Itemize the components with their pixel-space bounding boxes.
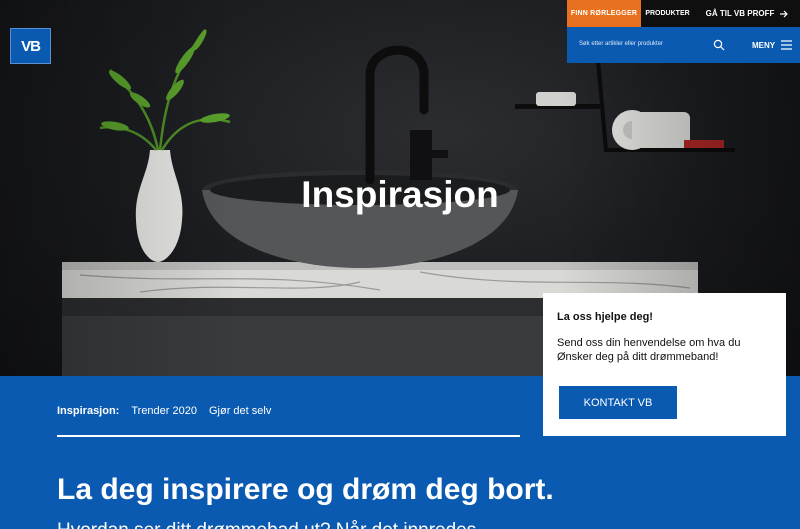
search-bar: Søk etter artikler eller produkter MENY	[567, 27, 800, 63]
page-title: Inspirasjon	[301, 174, 499, 215]
go-to-proff-label: GÅ TIL VB PROFF	[705, 9, 775, 18]
search-icon[interactable]	[713, 39, 725, 51]
help-card-title: La oss hjelpe deg!	[557, 311, 653, 323]
help-card: La oss hjelpe deg! Send oss din henvende…	[543, 293, 786, 436]
menu-label[interactable]: MENY	[752, 41, 775, 50]
sub-navigation: Inspirasjon: Trender 2020 Gjør det selv	[57, 405, 271, 417]
products-button[interactable]: PRODUKTER	[641, 0, 694, 27]
find-plumber-button[interactable]: FINN RØRLEGGER	[567, 0, 641, 27]
contact-vb-button[interactable]: KONTAKT VB	[559, 386, 677, 419]
search-input[interactable]: Søk etter artikler eller produkter	[579, 41, 663, 47]
top-bar: FINN RØRLEGGER PRODUKTER GÅ TIL VB PROFF	[567, 0, 800, 27]
subnav-label: Inspirasjon:	[57, 405, 120, 417]
main-headline: La deg inspirere og drøm deg bort.	[57, 473, 554, 506]
hamburger-menu-icon[interactable]	[781, 40, 792, 50]
arrow-right-icon	[780, 10, 789, 17]
go-to-proff-button[interactable]: GÅ TIL VB PROFF	[694, 0, 800, 27]
subnav-item-trends[interactable]: Trender 2020	[131, 405, 197, 417]
subnav-item-diy[interactable]: Gjør det selv	[209, 405, 271, 417]
intro-text: Hvordan ser ditt drømmebad ut? Når det i…	[57, 520, 476, 529]
help-card-text: Send oss din henvendelse om hva du Ønske…	[557, 337, 741, 363]
vb-logo[interactable]: VB	[10, 28, 51, 64]
subnav-divider	[57, 435, 520, 437]
